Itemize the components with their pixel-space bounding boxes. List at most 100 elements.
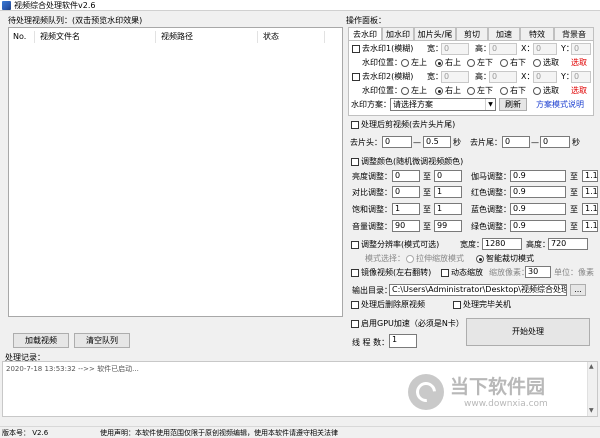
output-dir-input[interactable]: C:\Users\Administrator\Desktop\视频综合处理 (389, 284, 567, 296)
zoom-pixel-input[interactable]: 30 (525, 266, 551, 278)
resolution-checkbox[interactable] (351, 241, 359, 249)
log-scrollbar[interactable]: ▲ ▼ (587, 362, 597, 416)
col-filename[interactable]: 视频文件名 (40, 28, 80, 46)
wm2-x-input[interactable]: 0 (533, 71, 557, 83)
gamma-max-input[interactable]: 1.1 (582, 170, 598, 182)
wm2-pick-link[interactable]: 选取 (571, 85, 587, 96)
wm2-pos-topleft-radio[interactable] (401, 87, 409, 95)
tab-intro-outro[interactable]: 加片头/尾 (414, 27, 456, 40)
scheme-select[interactable]: 请选择方案 ▼ (390, 98, 496, 111)
col-sep (257, 31, 258, 43)
mirror-checkbox[interactable] (351, 269, 359, 277)
gamma-to: 至 (570, 172, 578, 181)
res-crop-radio[interactable] (476, 255, 484, 263)
scroll-up-icon[interactable]: ▲ (589, 363, 594, 370)
wm1-pos-bottomleft-radio[interactable] (467, 59, 475, 67)
wm1-pos-label: 水印位置： (362, 58, 402, 67)
col-status[interactable]: 状态 (263, 28, 279, 46)
brightness-max-input[interactable]: 0 (434, 170, 462, 182)
res-height-input[interactable]: 720 (548, 238, 588, 250)
tab-speed[interactable]: 加速 (488, 27, 520, 40)
refresh-button[interactable]: 刷新 (499, 98, 527, 111)
tab-add-watermark[interactable]: 加水印 (382, 27, 414, 40)
trim-head-end-input[interactable]: 0.5 (423, 136, 451, 148)
output-dir-label: 输出目录： (352, 286, 392, 295)
clear-queue-button[interactable]: 清空队列 (74, 333, 130, 348)
mirror-label: 镜像视频(左右翻转) (361, 268, 432, 277)
trim-tail-end-input[interactable]: 0 (540, 136, 570, 148)
red-min-input[interactable]: 0.9 (510, 186, 566, 198)
wm2-pos-bottomleft-radio[interactable] (467, 87, 475, 95)
wm2-pos-pick-radio[interactable] (533, 87, 541, 95)
chevron-down-icon[interactable]: ▼ (485, 99, 495, 110)
green-min-input[interactable]: 0.9 (510, 220, 566, 232)
wm2-height-input[interactable]: 0 (489, 71, 517, 83)
saturation-max-input[interactable]: 1 (434, 203, 462, 215)
wm2-checkbox[interactable] (352, 73, 360, 81)
shutdown-checkbox[interactable] (453, 301, 461, 309)
brightness-to: 至 (423, 172, 431, 181)
trim-checkbox[interactable] (351, 121, 359, 129)
tab-effects[interactable]: 特效 (520, 27, 554, 40)
wm1-pos-bottomright-radio[interactable] (500, 59, 508, 67)
blue-max-input[interactable]: 1.1 (582, 203, 598, 215)
usage-notice: 使用声明：本软件使用范围仅限于原创视频编辑，使用本软件请遵守相关法律 (100, 429, 338, 437)
res-width-input[interactable]: 1280 (482, 238, 522, 250)
wm1-y-input[interactable]: 0 (571, 43, 591, 55)
load-video-button[interactable]: 加载视频 (13, 333, 69, 348)
blue-min-input[interactable]: 0.9 (510, 203, 566, 215)
tab-cut[interactable]: 剪切 (456, 27, 488, 40)
volume-max-input[interactable]: 99 (434, 220, 462, 232)
tab-remove-watermark[interactable]: 去水印 (348, 27, 382, 41)
saturation-min-input[interactable]: 1 (392, 203, 420, 215)
res-stretch-radio[interactable] (406, 255, 414, 263)
res-height-label: 高度： (526, 240, 550, 249)
contrast-max-input[interactable]: 1 (434, 186, 462, 198)
brightness-min-input[interactable]: 0 (392, 170, 420, 182)
red-to: 至 (570, 188, 578, 197)
wm2-pos-topright-radio[interactable] (435, 87, 443, 95)
volume-min-input[interactable]: 90 (392, 220, 420, 232)
wm2-pos-topright-label: 右上 (445, 86, 461, 95)
wm1-height-input[interactable]: 0 (489, 43, 517, 55)
wm1-pos-bottomright-label: 右下 (510, 58, 526, 67)
wm2-pos-label: 水印位置： (362, 86, 402, 95)
trim-head-start-input[interactable]: 0 (382, 136, 412, 148)
wm1-pos-pick-radio[interactable] (533, 59, 541, 67)
wm2-pos-bottomright-radio[interactable] (500, 87, 508, 95)
col-sep (155, 31, 156, 43)
color-checkbox[interactable] (351, 158, 359, 166)
wm1-pos-topleft-radio[interactable] (401, 59, 409, 67)
wm1-x-input[interactable]: 0 (533, 43, 557, 55)
gamma-min-input[interactable]: 0.9 (510, 170, 566, 182)
trim-tail-start-input[interactable]: 0 (502, 136, 530, 148)
wm2-y-input[interactable]: 0 (571, 71, 591, 83)
threads-input[interactable]: 1 (389, 334, 417, 348)
wm1-pos-topright-radio[interactable] (435, 59, 443, 67)
wm2-width-input[interactable]: 0 (441, 71, 469, 83)
contrast-label: 对比调整： (352, 188, 392, 197)
wm1-pick-link[interactable]: 选取 (571, 57, 587, 68)
watermark-url: www.downxia.com (464, 399, 548, 409)
wm1-checkbox[interactable] (352, 45, 360, 53)
wm2-pos-bottomright-label: 右下 (510, 86, 526, 95)
delete-source-checkbox[interactable] (351, 301, 359, 309)
start-processing-button[interactable]: 开始处理 (466, 318, 590, 346)
green-to: 至 (570, 222, 578, 231)
gpu-checkbox[interactable] (351, 320, 359, 328)
video-queue-list[interactable]: No. 视频文件名 视频路径 状态 (8, 27, 343, 317)
green-max-input[interactable]: 1.1 (582, 220, 598, 232)
title-bar: 视频综合处理软件v2.6 (0, 0, 600, 11)
wm1-pos-topright-label: 右上 (445, 58, 461, 67)
scroll-down-icon[interactable]: ▼ (589, 407, 594, 414)
browse-button[interactable]: ... (570, 284, 586, 296)
contrast-min-input[interactable]: 0 (392, 186, 420, 198)
scheme-help-link[interactable]: 方案模式说明 (536, 99, 584, 110)
col-path[interactable]: 视频路径 (161, 28, 193, 46)
col-no[interactable]: No. (13, 28, 26, 46)
tab-bgm[interactable]: 背景音 (554, 27, 594, 40)
wm1-width-input[interactable]: 0 (441, 43, 469, 55)
dynamic-zoom-checkbox[interactable] (441, 269, 449, 277)
red-max-input[interactable]: 1.1 (582, 186, 598, 198)
status-bar: 版本号： V2.6 使用声明：本软件使用范围仅限于原创视频编辑，使用本软件请遵守… (0, 426, 600, 438)
